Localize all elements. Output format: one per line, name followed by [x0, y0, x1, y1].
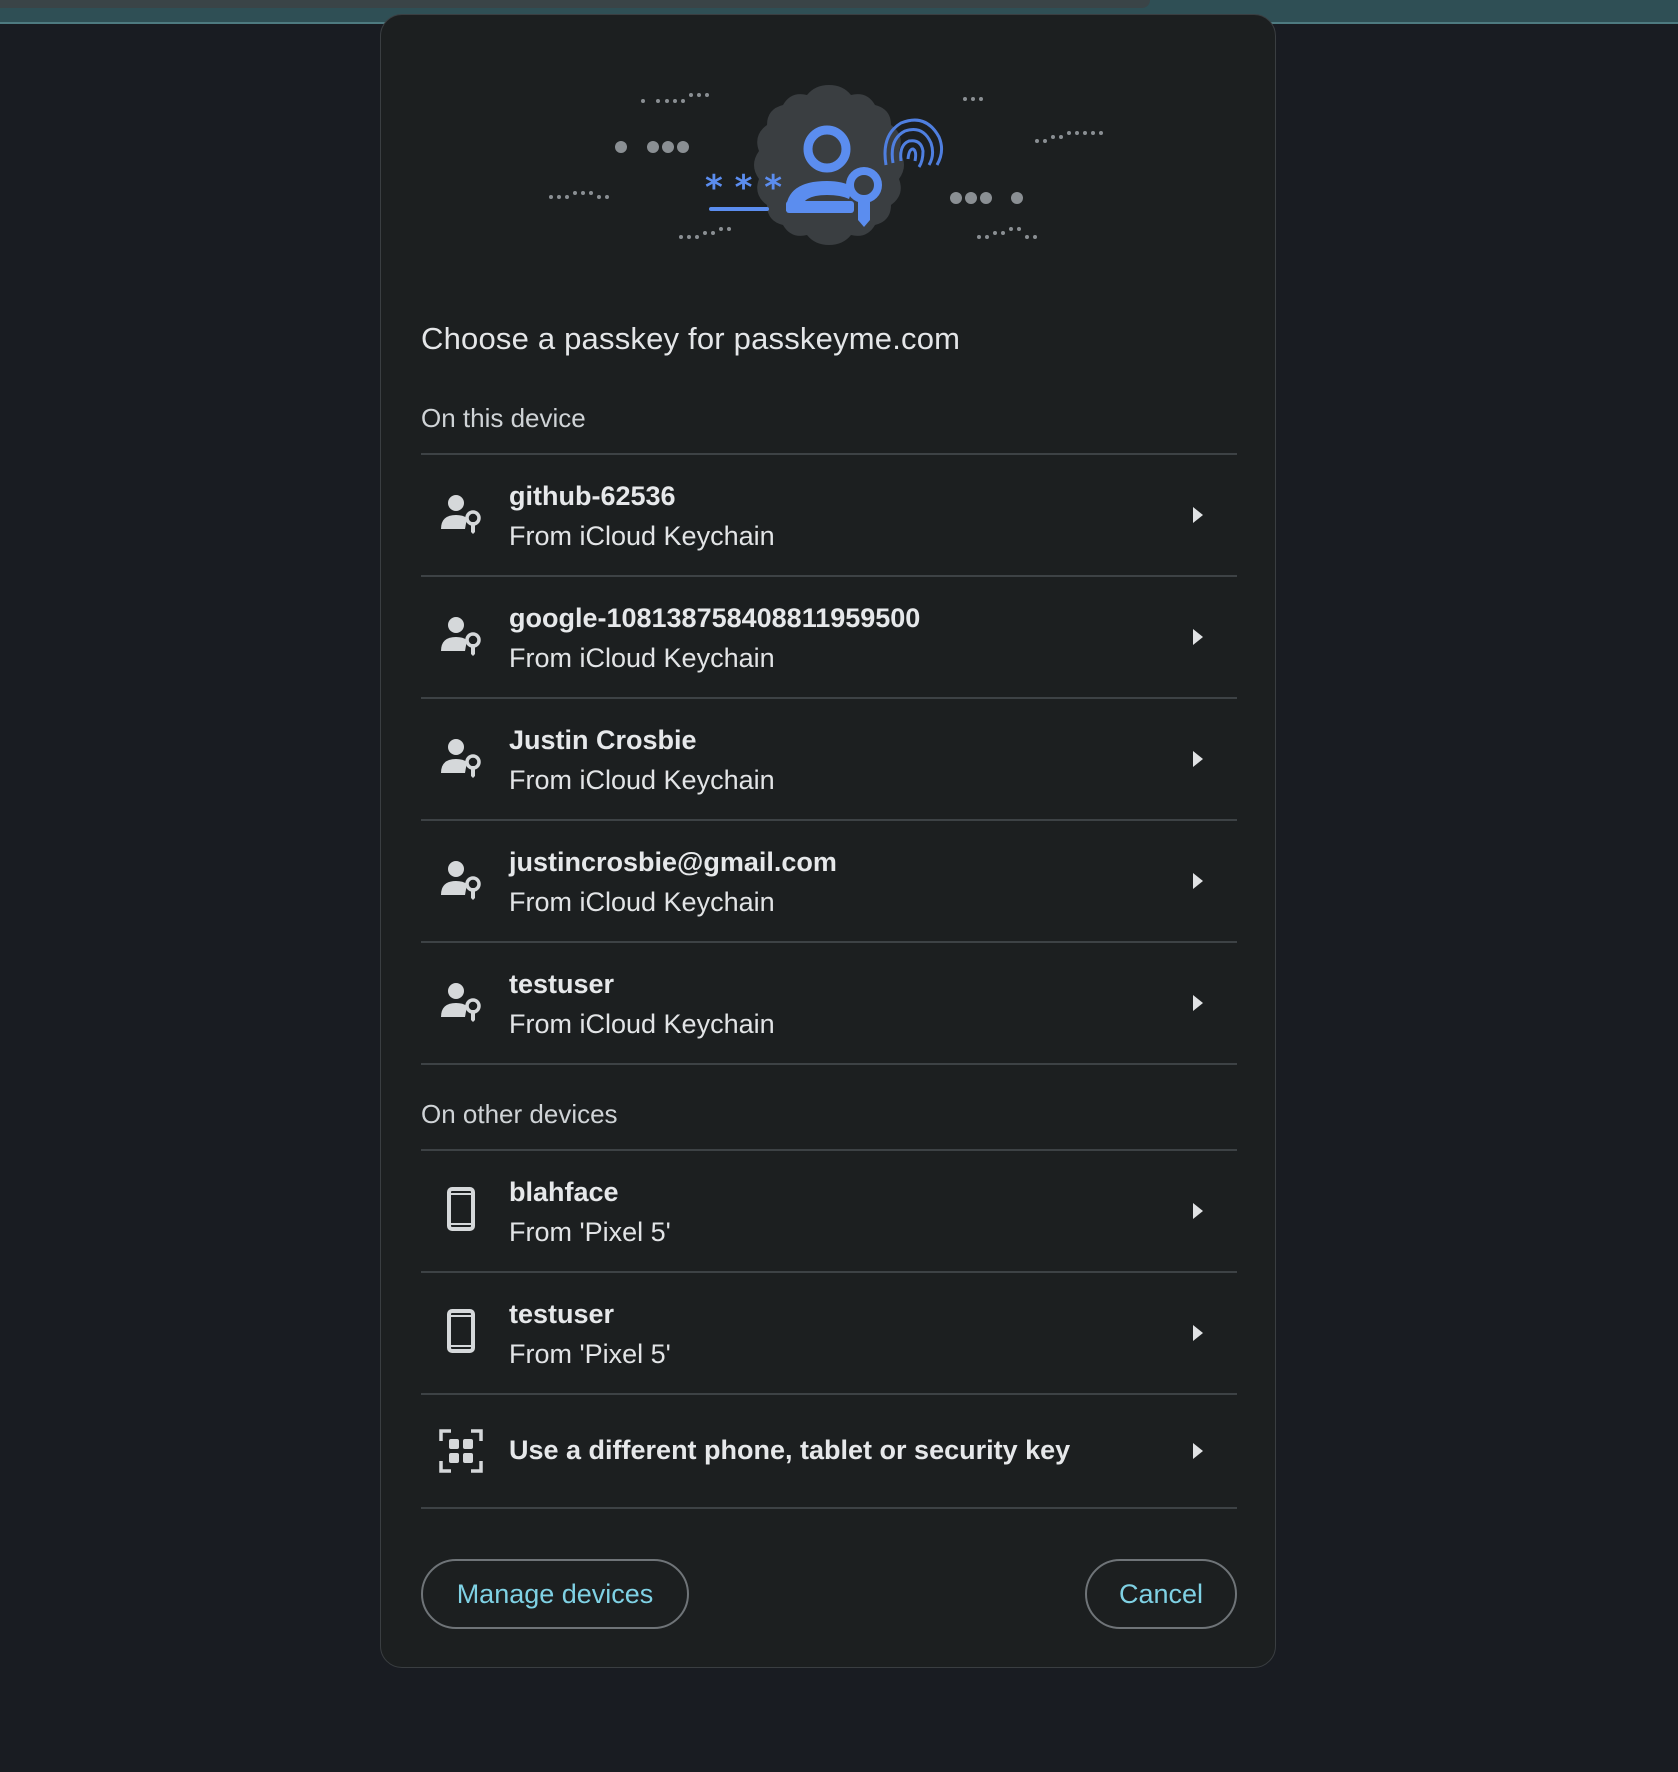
passkey-username: Justin Crosbie — [509, 725, 697, 755]
person-key-icon — [441, 861, 481, 900]
different-device-row[interactable]: Use a different phone, tablet or securit… — [421, 1395, 1237, 1509]
password-asterisks-icon: * * * — [705, 168, 782, 211]
section-label-other-devices: On other devices — [421, 1099, 618, 1129]
passkey-source: From 'Pixel 5' — [509, 1217, 671, 1247]
chevron-right-icon — [1193, 507, 1203, 523]
manage-devices-button[interactable]: Manage devices — [421, 1559, 689, 1629]
chevron-right-icon — [1193, 629, 1203, 645]
person-key-icon — [441, 739, 481, 778]
different-device-label: Use a different phone, tablet or securit… — [509, 1435, 1071, 1465]
passkey-row[interactable]: google-108138758408811959500 From iCloud… — [421, 577, 1237, 699]
passkey-source: From iCloud Keychain — [509, 887, 775, 917]
passkey-dialog: * * * Choose a passkey for passkeyme.com… — [380, 14, 1276, 1668]
chevron-right-icon — [1193, 873, 1203, 889]
passkey-source: From 'Pixel 5' — [509, 1339, 671, 1369]
person-key-icon — [441, 983, 481, 1022]
chevron-right-icon — [1193, 1443, 1203, 1459]
passkey-row[interactable]: testuser From 'Pixel 5' — [421, 1273, 1237, 1395]
passkey-username: testuser — [509, 969, 615, 999]
passkey-row[interactable]: github-62536 From iCloud Keychain — [421, 455, 1237, 577]
this-device-passkey-list: github-62536 From iCloud Keychain google… — [421, 453, 1237, 1065]
passkey-username: google-108138758408811959500 — [509, 603, 921, 633]
phone-icon — [447, 1309, 475, 1353]
chevron-right-icon — [1193, 1203, 1203, 1219]
phone-icon — [447, 1187, 475, 1231]
passkey-username: github-62536 — [509, 481, 676, 511]
qr-code-icon — [439, 1429, 483, 1473]
passkey-username: testuser — [509, 1299, 615, 1329]
chevron-right-icon — [1193, 751, 1203, 767]
passkey-username: justincrosbie@gmail.com — [509, 847, 837, 877]
svg-text:* * *: * * * — [705, 168, 782, 208]
passkey-username: blahface — [509, 1177, 619, 1207]
passkey-row[interactable]: justincrosbie@gmail.com From iCloud Keyc… — [421, 821, 1237, 943]
chevron-right-icon — [1193, 995, 1203, 1011]
other-devices-passkey-list: blahface From 'Pixel 5' testuser From 'P… — [421, 1149, 1237, 1509]
person-key-icon — [441, 617, 481, 656]
passkey-row[interactable]: blahface From 'Pixel 5' — [421, 1151, 1237, 1273]
passkey-row[interactable]: Justin Crosbie From iCloud Keychain — [421, 699, 1237, 821]
passkey-source: From iCloud Keychain — [509, 643, 775, 673]
passkey-illustration: * * * — [549, 85, 1103, 245]
fingerprint-icon — [883, 118, 944, 168]
passkey-row[interactable]: testuser From iCloud Keychain — [421, 943, 1237, 1065]
passkey-source: From iCloud Keychain — [509, 765, 775, 795]
dialog-title: Choose a passkey for passkeyme.com — [421, 321, 961, 356]
person-key-icon — [441, 495, 481, 534]
passkey-source: From iCloud Keychain — [509, 1009, 775, 1039]
browser-tab-strip — [0, 0, 1150, 8]
cancel-button[interactable]: Cancel — [1085, 1559, 1237, 1629]
chevron-right-icon — [1193, 1325, 1203, 1341]
passkey-source: From iCloud Keychain — [509, 521, 775, 551]
section-label-this-device: On this device — [421, 403, 586, 433]
